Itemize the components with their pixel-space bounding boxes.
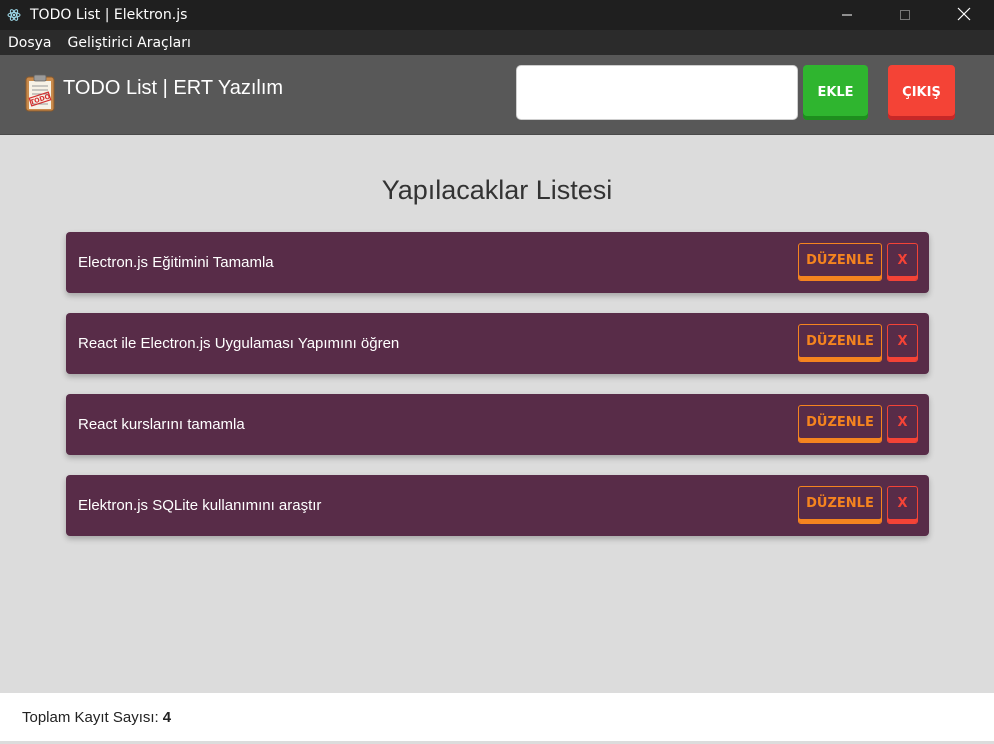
todo-clipboard-icon: TODO <box>20 73 60 113</box>
status-footer: Toplam Kayıt Sayısı: 4 <box>0 693 994 741</box>
exit-button[interactable]: ÇIKIŞ <box>888 65 955 120</box>
window-title: TODO List | Elektron.js <box>30 7 188 23</box>
app-header: TODO TODO List | ERT Yazılım EKLE ÇIKIŞ <box>0 55 994 135</box>
total-records-count: 4 <box>162 708 172 726</box>
edit-button[interactable]: DÜZENLE <box>798 486 882 524</box>
maximize-icon <box>899 6 911 25</box>
minimize-icon <box>841 6 853 25</box>
todo-item: Electron.js Eğitimini Tamamla DÜZENLE X <box>66 232 929 293</box>
close-window-button[interactable] <box>941 0 987 30</box>
close-icon <box>957 6 971 25</box>
todo-input[interactable] <box>516 65 798 120</box>
edit-button[interactable]: DÜZENLE <box>798 405 882 443</box>
todo-text: React kurslarını tamamla <box>78 416 245 433</box>
page-title: Yapılacaklar Listesi <box>381 175 613 205</box>
todo-item: Elektron.js SQLite kullanımını araştır D… <box>66 475 929 536</box>
maximize-button[interactable] <box>882 0 928 30</box>
edit-button[interactable]: DÜZENLE <box>798 324 882 362</box>
todo-text: React ile Electron.js Uygulaması Yapımın… <box>78 335 400 352</box>
menu-dosya[interactable]: Dosya <box>0 35 60 51</box>
total-records-label: Toplam Kayıt Sayısı: <box>22 708 159 726</box>
todo-item: React kurslarını tamamla DÜZENLE X <box>66 394 929 455</box>
minimize-button[interactable] <box>824 0 870 30</box>
electron-atom-icon <box>6 7 22 23</box>
menubar: Dosya Geliştirici Araçları <box>0 30 994 55</box>
menu-developer-tools[interactable]: Geliştirici Araçları <box>60 35 199 51</box>
todo-item: React ile Electron.js Uygulaması Yapımın… <box>66 313 929 374</box>
delete-button[interactable]: X <box>887 243 918 281</box>
todo-list: Electron.js Eğitimini Tamamla DÜZENLE X … <box>66 232 929 556</box>
todo-text: Electron.js Eğitimini Tamamla <box>78 254 274 271</box>
app-brand: TODO List | ERT Yazılım <box>63 77 284 99</box>
delete-button[interactable]: X <box>887 486 918 524</box>
window-titlebar: TODO List | Elektron.js <box>0 0 994 30</box>
delete-button[interactable]: X <box>887 324 918 362</box>
delete-button[interactable]: X <box>887 405 918 443</box>
edit-button[interactable]: DÜZENLE <box>798 243 882 281</box>
todo-text: Elektron.js SQLite kullanımını araştır <box>78 497 322 514</box>
add-button[interactable]: EKLE <box>803 65 868 120</box>
